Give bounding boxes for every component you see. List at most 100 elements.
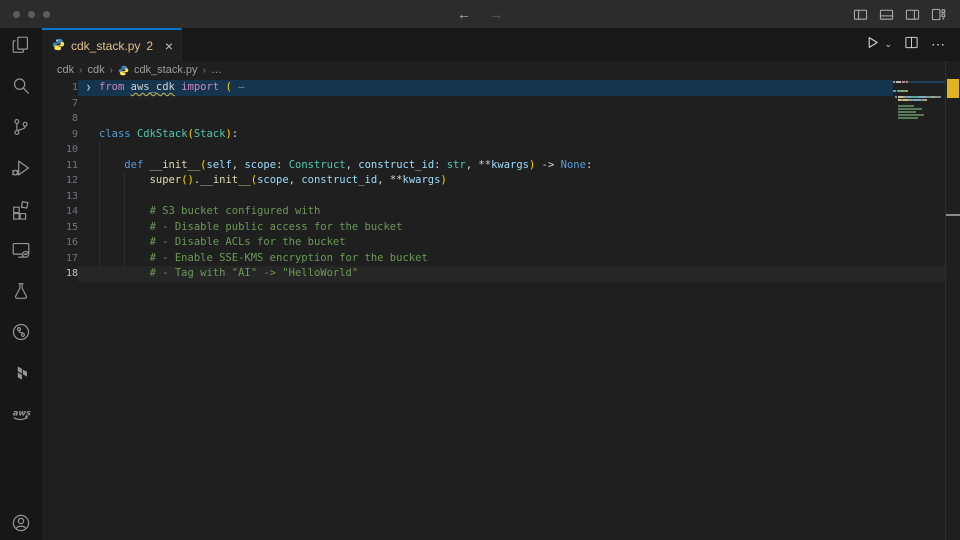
sidebar-item-commit-graph[interactable] <box>9 323 33 345</box>
sidebar-item-extensions[interactable] <box>9 200 33 222</box>
tab-close-button[interactable]: × <box>165 39 173 53</box>
fold-gutter <box>78 96 99 112</box>
code-line-7[interactable]: 7 <box>42 96 960 112</box>
aws-icon: aws <box>9 403 33 430</box>
minimap-line <box>893 90 946 92</box>
sidebar-item-aws-toolkit[interactable]: aws <box>9 405 33 427</box>
fold-chevron-icon[interactable]: ❯ <box>78 80 99 96</box>
overview-ruler-marker <box>946 214 960 216</box>
line-number: 9 <box>42 127 78 143</box>
sidebar-item-accounts[interactable] <box>9 514 33 536</box>
sidebar-item-search[interactable] <box>9 77 33 99</box>
breadcrumb: cdk›cdk›cdk_stack.py›… <box>42 61 960 79</box>
code-text: # - Enable SSE-KMS encryption for the bu… <box>99 251 428 267</box>
account-icon <box>10 512 32 539</box>
line-number: 1 <box>42 80 78 96</box>
fold-gutter <box>78 158 99 174</box>
line-number: 12 <box>42 173 78 189</box>
code-line-1[interactable]: 1❯from aws_cdk import ( – <box>42 80 960 96</box>
fold-gutter <box>78 111 99 127</box>
remote-explorer-icon <box>10 239 32 266</box>
line-number: 18 <box>42 266 78 282</box>
svg-text:aws: aws <box>13 407 31 417</box>
layout-panel-icon[interactable] <box>879 7 894 22</box>
minimap-line <box>893 96 946 98</box>
breadcrumb-item[interactable]: cdk <box>57 64 74 76</box>
line-number: 7 <box>42 96 78 112</box>
overview-ruler-marker <box>947 79 959 98</box>
editor-group: cdk_stack.py 2 × ⌄ ⋯ cdk › cdk › cdk_stack.p… <box>42 28 960 540</box>
more-actions-button[interactable]: ⋯ <box>931 36 946 53</box>
code-editor[interactable]: 1❯from aws_cdk import ( –789class CdkSta… <box>42 79 960 540</box>
title-bar: ← → <box>0 0 960 28</box>
tab-problems-badge: 2 <box>146 39 153 53</box>
code-text: def __init__(self, scope: Construct, con… <box>99 158 592 174</box>
circle-branch-icon <box>10 321 32 348</box>
layout-sidebar-right-icon[interactable] <box>905 7 920 22</box>
tab-bar: cdk_stack.py 2 × ⌄ ⋯ <box>42 28 960 61</box>
minimap[interactable] <box>893 81 946 120</box>
code-line-9[interactable]: 9 class CdkStack(Stack): <box>42 127 960 143</box>
split-editor-button[interactable] <box>904 35 919 55</box>
sidebar-item-explorer[interactable] <box>9 36 33 58</box>
code-line-10[interactable]: 10 <box>42 142 960 158</box>
line-number: 17 <box>42 251 78 267</box>
code-line-14[interactable]: 14 # S3 bucket configured with <box>42 204 960 220</box>
code-line-12[interactable]: 12 super().__init__(scope, construct_id,… <box>42 173 960 189</box>
minimap-line <box>893 108 946 110</box>
run-dropdown-chevron[interactable]: ⌄ <box>884 39 892 50</box>
nav-history: ← → <box>0 0 960 28</box>
window-control-dot[interactable] <box>28 11 35 18</box>
code-line-11[interactable]: 11 def __init__(self, scope: Construct, … <box>42 158 960 174</box>
activity-bar: aws <box>0 28 42 540</box>
breadcrumb-separator: › <box>110 65 113 76</box>
run-debug-icon <box>10 157 32 184</box>
code-text: # S3 bucket configured with <box>99 204 320 220</box>
minimap-line <box>893 87 946 89</box>
fold-gutter <box>78 266 99 282</box>
code-line-8[interactable]: 8 <box>42 111 960 127</box>
code-text: class CdkStack(Stack): <box>99 127 238 143</box>
sidebar-item-testing[interactable] <box>9 282 33 304</box>
code-text: super().__init__(scope, construct_id, **… <box>99 173 447 189</box>
terraform-icon <box>10 362 32 389</box>
code-text: from aws_cdk import ( – <box>99 80 244 96</box>
tab-cdk-stack-py[interactable]: cdk_stack.py 2 × <box>42 28 182 61</box>
fold-gutter <box>78 220 99 236</box>
line-number: 14 <box>42 204 78 220</box>
fold-gutter <box>78 204 99 220</box>
sidebar-item-run-debug[interactable] <box>9 159 33 181</box>
fold-gutter <box>78 127 99 143</box>
line-number: 8 <box>42 111 78 127</box>
breadcrumb-item[interactable]: cdk <box>87 64 104 76</box>
code-text: # - Tag with "AI" -> "HelloWorld" <box>99 266 358 282</box>
overview-ruler-border <box>945 61 946 540</box>
fold-gutter <box>78 173 99 189</box>
code-line-15[interactable]: 15 # - Disable public access for the buc… <box>42 220 960 236</box>
nav-forward-button[interactable]: → <box>489 0 503 28</box>
code-line-13[interactable]: 13 <box>42 189 960 205</box>
code-line-17[interactable]: 17 # - Enable SSE-KMS encryption for the… <box>42 251 960 267</box>
extensions-icon <box>10 198 32 225</box>
window-controls[interactable] <box>13 11 50 18</box>
sidebar-item-source-control[interactable] <box>9 118 33 140</box>
tab-label: cdk_stack.py <box>71 39 140 53</box>
breadcrumb-separator: › <box>79 65 82 76</box>
sidebar-item-remote-explorer[interactable] <box>9 241 33 263</box>
run-button[interactable] <box>865 35 880 55</box>
code-text: # - Disable ACLs for the bucket <box>99 235 346 251</box>
minimap-line <box>893 84 946 86</box>
files-icon <box>10 34 32 61</box>
code-line-18[interactable]: 18 # - Tag with "AI" -> "HelloWorld" <box>42 266 960 282</box>
sidebar-item-terraform[interactable] <box>9 364 33 386</box>
layout-sidebar-left-icon[interactable] <box>853 7 868 22</box>
breadcrumb-item[interactable]: cdk_stack.py <box>134 64 198 76</box>
fold-gutter <box>78 189 99 205</box>
customize-layout-icon[interactable] <box>931 7 946 22</box>
window-control-dot[interactable] <box>13 11 20 18</box>
nav-back-button[interactable]: ← <box>457 0 471 28</box>
window-control-dot[interactable] <box>43 11 50 18</box>
code-line-16[interactable]: 16 # - Disable ACLs for the bucket <box>42 235 960 251</box>
fold-gutter <box>78 251 99 267</box>
breadcrumb-item[interactable]: … <box>211 64 222 76</box>
